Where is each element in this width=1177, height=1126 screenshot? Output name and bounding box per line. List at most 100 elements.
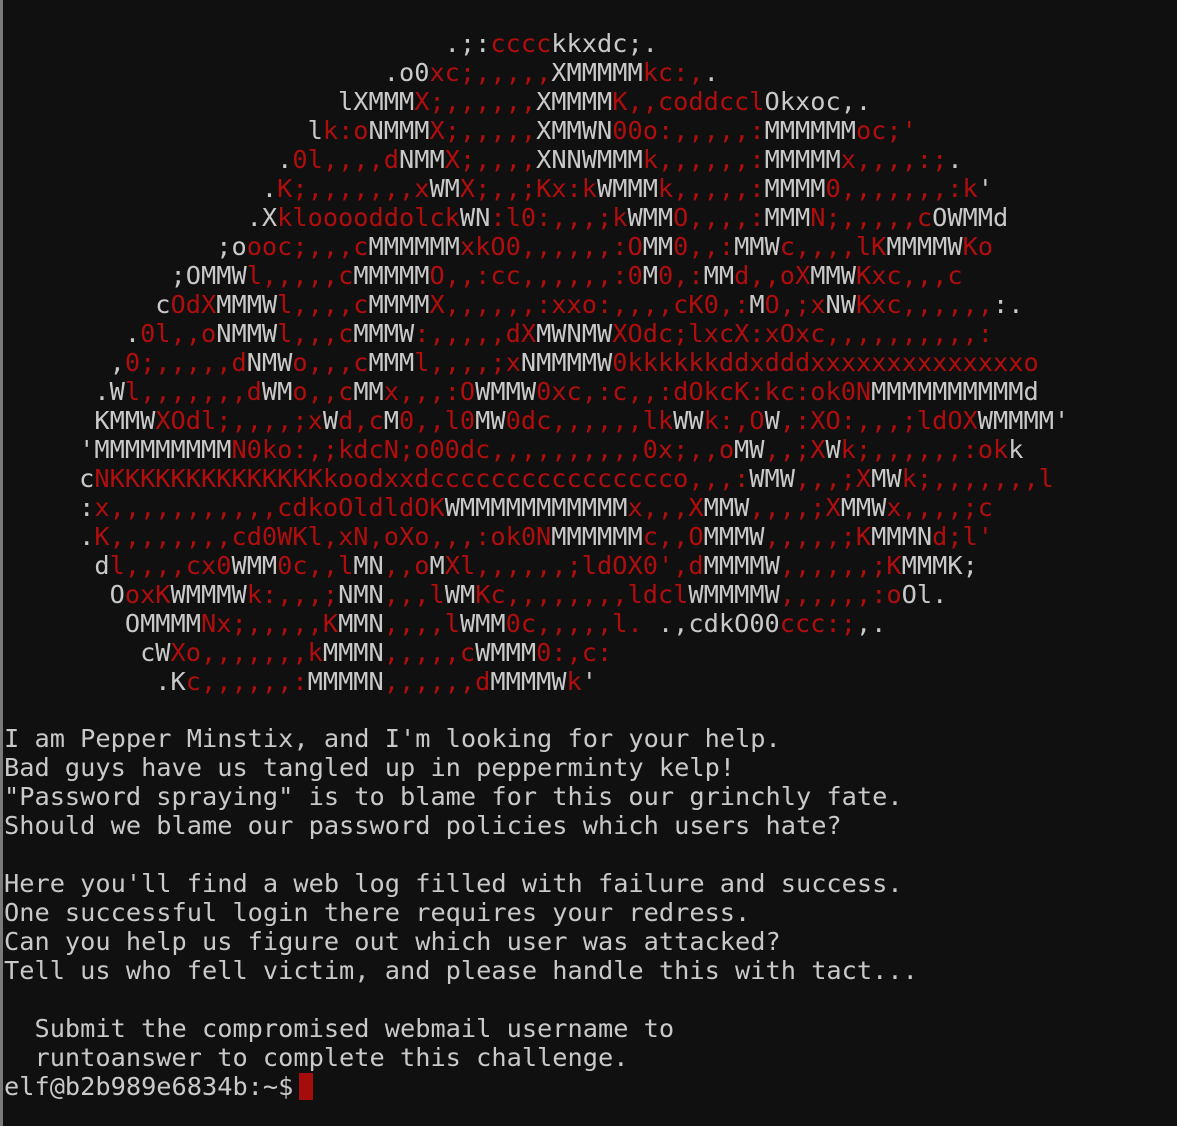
ascii-segment-red: X;,,,,,, [414, 87, 537, 116]
ascii-segment-red: O,,:cc,,,,,,:0 [429, 261, 643, 290]
ascii-segment-red: x,,,,:; [840, 145, 948, 174]
message-line [4, 985, 918, 1014]
ascii-art-line: .Kc,,,,,,:MMMMN,,,,,,dMMMMWk' [3, 667, 1069, 696]
ascii-segment-red: k,,,,,,: [642, 145, 765, 174]
ascii-segment-white: k [1008, 435, 1024, 464]
ascii-segment-red: 0dc,,,,,,lk [505, 406, 674, 435]
ascii-segment-white: ;OMMW [3, 261, 247, 290]
ascii-segment-white: WN [459, 203, 491, 232]
ascii-segment-white: WM [429, 174, 460, 203]
message-line: One successful login there requires your… [4, 898, 751, 927]
text-cursor[interactable] [299, 1073, 314, 1100]
ascii-segment-white: MMMK; [901, 551, 978, 580]
ascii-segment-red: ,,,,,;K [764, 522, 872, 551]
ascii-segment-white: WMM [627, 203, 674, 232]
ascii-art-line: .o0xc;,,,,,XMMMMMkc:,. [3, 58, 1069, 87]
ascii-segment-red: ,,,,,,:o [779, 580, 902, 609]
ascii-segment-white: KMMW [3, 406, 156, 435]
ascii-segment-red: Nx;,,,,,K [201, 609, 339, 638]
ascii-segment-white: WW [673, 406, 704, 435]
ascii-segment-red: ,,,,,,;K [779, 551, 902, 580]
ascii-segment-white: MW [475, 406, 506, 435]
ascii-segment-white: MMMMW [490, 667, 567, 696]
ascii-segment-white: MMN [338, 609, 384, 638]
ascii-segment-red: ,,,,,c [383, 638, 476, 667]
ascii-segment-white: WMW [749, 464, 795, 493]
ascii-segment-red: o,,c [292, 377, 354, 406]
ascii-segment-red: l,,,,,c [246, 261, 354, 290]
ascii-segment-red: k [566, 667, 582, 696]
ascii-segment-red: klooooddolck [277, 203, 460, 232]
ascii-art-line: cWXo,,,,,,,kMMMN,,,,,cWMMM0:,c: [3, 638, 1069, 667]
ascii-segment-red: 0xc,:c,,:dOkcK:kc:ok0N [536, 377, 872, 406]
ascii-segment-red: XOdl;,,,,;x [155, 406, 323, 435]
ascii-art-line: cNKKKKKKKKKKKKKKkoodxxdcccccccccccccccco… [3, 464, 1069, 493]
ascii-segment-red: O,;x [764, 290, 826, 319]
ascii-segment-white: MMMMM [764, 145, 841, 174]
ascii-segment-red: k;,,,,,,:ok [840, 435, 1009, 464]
command-prompt[interactable]: elf@b2b989e6834b:~$ [4, 1072, 314, 1101]
ascii-segment-white: NW [825, 290, 856, 319]
ascii-segment-red: o,,,c [292, 348, 369, 377]
ascii-segment-red: c,,,,,,: [185, 667, 308, 696]
ascii-segment-white: XMMWN [536, 116, 613, 145]
ascii-segment-red: x,,,,;c [886, 493, 994, 522]
ascii-segment-red: X;,,,, [444, 145, 537, 174]
ascii-segment-red: d,,oX [734, 261, 811, 290]
ascii-segment-red: Xl,,,,,,;ldOX0',d [444, 551, 704, 580]
ascii-segment-white: , [3, 348, 125, 377]
ascii-segment-white: W [764, 406, 780, 435]
ascii-segment-white: MMM [764, 203, 811, 232]
ascii-segment-red: Ko [962, 232, 994, 261]
ascii-segment-white: MMW [840, 493, 887, 522]
ascii-segment-white: .o0 [3, 58, 430, 87]
ascii-segment-white: M [642, 261, 658, 290]
terminal-window[interactable]: .;:cccckkxdc;. .o0xc;,,,,,XMMMMMkc:,. lX… [0, 0, 1177, 1126]
ascii-segment-white: MM [703, 261, 735, 290]
ascii-segment-white: MMMN [871, 522, 933, 551]
ascii-segment-red: ,,,;X [794, 464, 872, 493]
ascii-segment-red: 0l,,o [140, 319, 217, 348]
ascii-segment-white: M [749, 290, 765, 319]
ascii-segment-white: WMMMMMMMMMMM [444, 493, 628, 522]
ascii-segment-red: k:o [322, 116, 369, 145]
ascii-segment-red: ,,,,,,d [383, 667, 491, 696]
ascii-segment-white: XNNWMMM [536, 145, 643, 174]
ascii-segment-red: Xo,,,,,,,k [170, 638, 323, 667]
ascii-art-line: :x,,,,,,,,,,,cdkoOldldOKWMMMMMMMMMMMx,,,… [3, 493, 1069, 522]
ascii-segment-red: l,,,,;x [414, 348, 521, 377]
ascii-segment-red: NKKKKKKKKKKKKKKkoodxxdcccccccccccccccco,… [94, 464, 750, 493]
ascii-segment-red: 0:,c: [536, 638, 613, 667]
ascii-segment-white: . [947, 145, 963, 174]
ascii-segment-white: Okxoc,. [764, 87, 872, 116]
ascii-segment-white: d [3, 551, 110, 580]
prompt-text: elf@b2b989e6834b:~$ [4, 1072, 294, 1101]
ascii-segment-white: MW [734, 435, 765, 464]
ascii-art-line: .;:cccckkxdc;. [3, 29, 1069, 58]
ascii-segment-white: MMMW [353, 319, 415, 348]
ascii-segment-white: MMMW [216, 290, 278, 319]
ascii-art-line: cOdXMMMWl,,,,cMMMMX,,,,,,:xxo:,,,,cK0,:M… [3, 290, 1069, 319]
ascii-segment-red: c,,,,lK [779, 232, 887, 261]
ascii-segment-white: .X [3, 203, 278, 232]
ascii-segment-red: l,,,,cx0 [109, 551, 232, 580]
ascii-segment-white: . [3, 319, 141, 348]
ascii-segment-white: WM [444, 580, 476, 609]
ascii-segment-white: ;o [3, 232, 247, 261]
ascii-art-line: .K;,,,,,,,xWMX;,,;Kx:kWMMMk,,,,,:MMMM0,,… [3, 174, 1069, 203]
ascii-segment-red: k:,,,; [246, 580, 339, 609]
ascii-segment-white: ,. [855, 609, 887, 638]
ascii-segment-red: OdX [170, 290, 217, 319]
ascii-segment-white: MMMMMMMMMMd [871, 377, 1039, 406]
message-line: runtoanswer to complete this challenge. [4, 1043, 629, 1072]
ascii-segment-white: MM [642, 232, 674, 261]
ascii-segment-white: : [3, 493, 95, 522]
ascii-segment-red: 0c,,l [277, 551, 354, 580]
ascii-segment-white: NMN [338, 580, 384, 609]
ascii-segment-red: oxK [124, 580, 171, 609]
ascii-segment-white: NMMW [216, 319, 278, 348]
ascii-segment-red: ,:XO:,,,;ldOX [779, 406, 978, 435]
ascii-art-line: .0l,,oNMMWl,,,cMMMW:,,,,,dXMWNMWXOdc;lxc… [3, 319, 1069, 348]
ascii-segment-red: K;,,,,,,,x [277, 174, 430, 203]
ascii-segment-red: 0c,,,,,l. [505, 609, 643, 638]
